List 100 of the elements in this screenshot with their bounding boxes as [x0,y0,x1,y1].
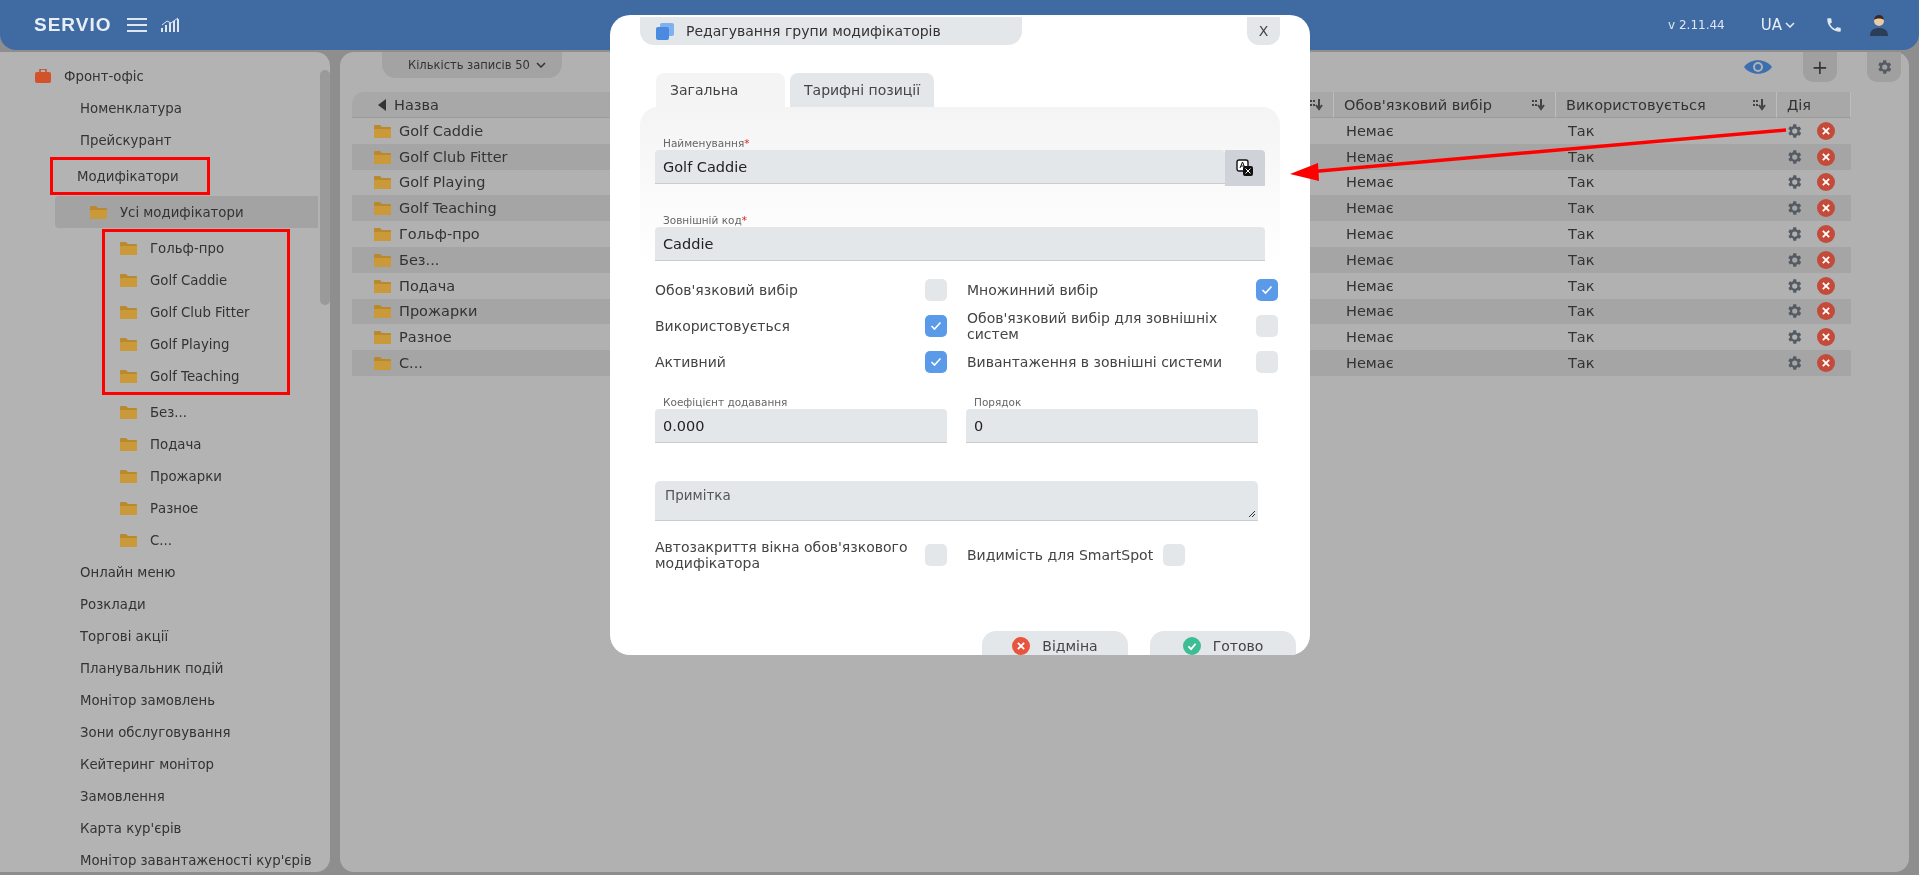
phone-icon[interactable] [1825,16,1843,34]
delete-icon[interactable] [1817,121,1835,140]
folder-icon [374,149,391,164]
collapse-icon[interactable] [378,98,386,111]
folder-icon [374,123,391,138]
tab[interactable]: Загальна [656,73,785,107]
sort-icon[interactable] [1532,98,1545,111]
sidebar-item[interactable]: Торгові акції [55,620,318,652]
option-label: Видимість для SmartSpot [967,547,1154,564]
caret-icon [1785,22,1795,28]
sidebar-item[interactable]: Карта кур'єрів [55,812,318,844]
translate-button[interactable] [1225,150,1265,186]
delete-icon[interactable] [1817,302,1835,321]
sidebar-item[interactable]: Golf Playing [105,328,275,360]
cancel-button[interactable]: Відміна [982,631,1128,655]
sidebar-item[interactable]: Кейтеринг монітор [55,748,318,780]
sidebar-item[interactable]: Фронт-офіс [0,60,318,92]
checkbox[interactable] [925,351,947,374]
sidebar-item[interactable]: Без... [55,396,318,428]
checkbox[interactable] [925,315,947,338]
sort-icon[interactable] [1753,98,1766,111]
translate-icon [1236,159,1254,177]
table-cell-text: Так [1567,173,1596,193]
folder-icon [120,469,137,483]
checkbox[interactable] [925,279,947,301]
sidebar-item[interactable]: Разное [55,492,318,524]
chart-icon[interactable] [161,17,180,33]
sidebar-item[interactable]: Подача [55,428,318,460]
sidebar-item[interactable]: Розклади [55,588,318,620]
sidebar-item[interactable]: Зони обслуговування [55,716,318,748]
checkbox[interactable] [1256,315,1278,338]
delete-icon[interactable] [1817,276,1835,295]
coefficient-field[interactable]: 0.000 [655,409,947,444]
note-field[interactable]: Примітка [655,481,1258,522]
checkbox[interactable] [925,544,947,567]
checkbox[interactable] [1163,544,1186,567]
done-button[interactable]: Готово [1150,631,1296,655]
delete-icon[interactable] [1817,354,1835,373]
column-header[interactable]: Використовується [1556,92,1777,118]
checkbox[interactable] [1256,351,1278,374]
folder-icon [374,175,391,190]
dialog-title: Редагування групи модифікаторів [686,23,941,39]
sidebar-item[interactable]: Гольф-про [105,232,275,264]
order-field[interactable]: 0 [966,409,1258,444]
folder-icon [374,304,391,319]
caret-icon [535,62,546,68]
sidebar-item[interactable]: Планувальник подій [55,652,318,684]
sidebar-item[interactable]: Прожарки [55,460,318,492]
sidebar-item[interactable]: Монітор замовлень [55,684,318,716]
table-cell-text: Так [1567,225,1596,245]
sidebar-item[interactable]: Прейскурант [55,124,318,156]
sidebar-item[interactable]: С... [55,524,318,556]
delete-icon[interactable] [1817,328,1835,347]
check-icon [930,357,942,368]
sidebar-item[interactable]: Усі модифікатори [55,196,318,228]
table-cell-text: Немає [1345,328,1395,348]
column-header[interactable]: Дія [1777,92,1851,118]
folder-icon [120,405,137,419]
delete-icon[interactable] [1817,147,1835,166]
check-icon [1261,285,1273,295]
cancel-icon [1012,637,1031,655]
sidebar-item[interactable]: Замовлення [55,780,318,812]
records-per-page-dropdown[interactable]: Кількість записів 50 [382,52,562,78]
option-label: Вивантаження в зовнішні системи [967,354,1223,371]
code-field[interactable]: Caddie [655,227,1265,261]
sidebar-item[interactable]: Модифікатори [53,160,195,192]
column-header[interactable]: Обов'язковий вибір [1334,92,1556,118]
table-cell-text: Немає [1345,121,1395,141]
user-avatar-icon[interactable] [1869,14,1889,36]
table-cell: Немає [1334,350,1556,376]
sidebar-item[interactable]: Номенклатура [55,92,318,124]
settings-button[interactable] [1867,52,1901,82]
checkbox[interactable] [1256,279,1278,301]
delete-icon[interactable] [1817,199,1835,218]
folder-icon [120,305,137,319]
tab[interactable]: Тарифні позиції [790,73,935,107]
table-cell: Так [1556,195,1777,222]
table-cell: Немає [1334,195,1556,222]
language-dropdown[interactable]: UA [1754,15,1801,35]
resize-handle-icon[interactable] [1248,510,1256,519]
delete-icon[interactable] [1817,225,1835,244]
delete-icon[interactable] [1817,250,1835,269]
sidebar-item[interactable]: Golf Club Fitter [105,296,275,328]
add-button[interactable]: + [1803,52,1837,82]
menu-icon[interactable] [127,17,148,33]
table-cell: Так [1556,350,1777,376]
close-button[interactable]: X [1247,17,1280,45]
sidebar-item[interactable]: Онлайн меню [55,556,318,588]
sidebar-item[interactable]: Golf Teaching [105,360,275,392]
sidebar-item[interactable]: Монітор завантаженості кур'єрів [55,844,318,875]
field-label: Порядок [974,396,1023,409]
eye-icon[interactable] [1743,58,1773,76]
sort-icon[interactable] [1310,98,1323,111]
folder-icon [90,205,107,219]
folder-icon [120,273,137,287]
option-label: Обов'язковий вибір [655,281,798,299]
sidebar-item[interactable]: Golf Caddie [105,264,275,296]
table-cell: Немає [1334,298,1556,325]
delete-icon[interactable] [1817,173,1835,192]
scrollbar[interactable] [320,70,330,305]
